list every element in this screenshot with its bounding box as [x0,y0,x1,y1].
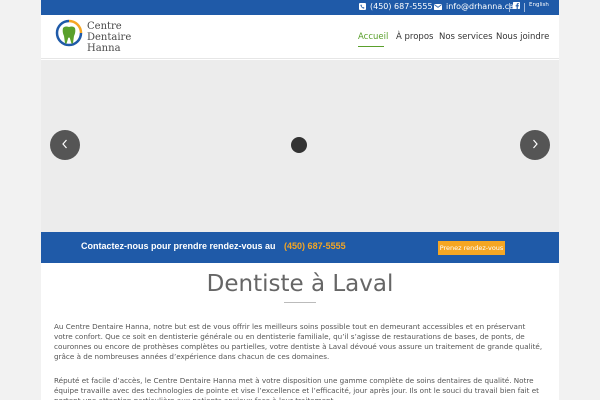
logo-line: Hanna [87,42,121,54]
language-switch-link[interactable]: English [529,2,549,8]
page-title: Dentiste à Laval [206,271,394,297]
topbar-divider [509,3,510,12]
contact-banner: Contactez-nous pour prendre rendez-vous … [41,232,559,263]
logo-line: Centre [87,20,122,32]
chevron-left-icon [61,137,69,153]
title-divider [284,302,316,303]
topbar-phone-link[interactable]: (450) 687-5555 [359,2,433,11]
top-bar: (450) 687-5555 info@drhanna.ca English [41,0,559,15]
site-logo[interactable]: Centre Dentaire Hanna [55,19,131,55]
tooth-logo-icon [55,19,83,55]
contact-banner-phone[interactable]: (450) 687-5555 [284,241,346,251]
second-paragraph: Réputé et facile d’accès, le Centre Dent… [54,376,539,400]
topbar-email-link[interactable]: info@drhanna.ca [434,2,514,11]
contact-banner-message: Contactez-nous pour prendre rendez-vous … [81,241,276,251]
slider-next-button[interactable] [520,130,550,160]
book-appointment-button[interactable]: Prenez rendez-vous [438,241,505,255]
nav-active-indicator [358,46,384,47]
topbar-divider [524,3,525,12]
phone-icon [359,3,366,10]
logo-wordmark: Centre Dentaire Hanna [87,21,131,54]
nav-item-accueil[interactable]: Accueil [358,32,388,42]
page-margin-right [559,0,600,400]
nav-item-nous-joindre[interactable]: Nous joindre [496,32,549,42]
slider-prev-button[interactable] [50,130,80,160]
chevron-right-icon [531,137,539,153]
site-header: Centre Dentaire Hanna Accueil À propos N… [41,15,559,59]
facebook-link[interactable] [513,2,520,9]
logo-line: Dentaire [87,31,132,43]
topbar-phone-text: (450) 687-5555 [370,2,433,11]
page-margin-left [0,0,41,400]
hero-slider [41,60,559,232]
slider-loading-indicator [291,137,307,153]
nav-item-a-propos[interactable]: À propos [396,32,433,42]
facebook-icon [513,2,520,9]
nav-item-nos-services[interactable]: Nos services [439,32,493,42]
intro-paragraph: Au Centre Dentaire Hanna, notre but est … [54,322,543,361]
contact-banner-text: Contactez-nous pour prendre rendez-vous … [81,241,346,251]
topbar-email-text: info@drhanna.ca [446,2,515,11]
envelope-icon [434,3,442,10]
